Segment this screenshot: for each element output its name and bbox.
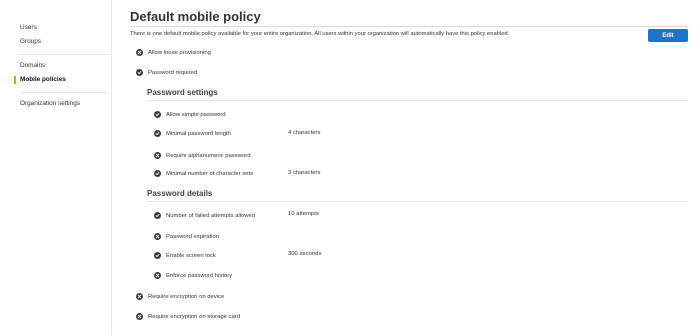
section-title-password-settings: Password settings: [147, 88, 218, 97]
page-description: There is one default mobile policy avail…: [130, 31, 510, 37]
detail-row-screen-lock: Enable screen lock: [154, 251, 216, 260]
section-title-password-details: Password details: [147, 189, 213, 198]
check-circle-icon: [154, 111, 161, 118]
main-content: Default mobile policy There is one defau…: [130, 0, 690, 335]
title-divider: [130, 26, 688, 27]
detail-label: Enable screen lock: [166, 252, 216, 259]
detail-label: Number of failed attempts allowed: [166, 212, 256, 219]
check-circle-icon: [154, 130, 161, 137]
policy-label: Password required: [148, 69, 198, 76]
policy-label: Allow loose provisioning: [148, 49, 211, 56]
check-circle-icon: [136, 69, 143, 76]
sidebar-item-groups[interactable]: Groups: [20, 38, 41, 45]
active-item-marker: [14, 76, 16, 84]
policy-row-encryption-device: Require encryption on device: [136, 292, 224, 301]
sidebar-item-users[interactable]: Users: [20, 24, 37, 31]
setting-value: 3 characters: [288, 170, 321, 176]
sidebar-divider: [20, 92, 108, 93]
setting-row-require-alphanumeric-password: Require alphanumeric password: [154, 151, 250, 160]
x-circle-icon: [136, 293, 143, 300]
setting-label: Minimal password length: [166, 130, 231, 137]
policy-label: Require encryption on device: [148, 293, 225, 300]
x-circle-icon: [154, 152, 161, 159]
x-circle-icon: [136, 49, 143, 56]
setting-label: Require alphanumeric password: [166, 152, 251, 159]
policy-row-encryption-storage-card: Require encryption on storage card: [136, 312, 240, 321]
section-divider: [147, 100, 688, 101]
section-divider: [147, 201, 688, 202]
x-circle-icon: [154, 233, 161, 240]
policy-row-password-required: Password required: [136, 68, 197, 77]
edit-button[interactable]: Edit: [648, 29, 688, 42]
setting-row-minimal-password-length: Minimal password length: [154, 129, 231, 138]
setting-label: Minimal number of character sets: [166, 170, 254, 177]
check-circle-icon: [154, 170, 161, 177]
x-circle-icon: [154, 272, 161, 279]
detail-label: Password expiration: [166, 233, 220, 240]
setting-label: Allow simple password: [166, 111, 226, 118]
sidebar-item-domains[interactable]: Domains: [20, 62, 45, 69]
sidebar-item-mobile-policies[interactable]: Mobile policies: [20, 76, 66, 83]
page-title: Default mobile policy: [130, 9, 261, 24]
detail-row-password-expiration: Password expiration: [154, 232, 219, 241]
detail-label: Enforce password history: [166, 272, 233, 279]
setting-value: 4 characters: [288, 130, 321, 136]
sidebar: Users Groups Domains Mobile policies Org…: [0, 0, 112, 335]
sidebar-item-organization-settings[interactable]: Organization settings: [20, 100, 80, 107]
setting-row-allow-simple-password: Allow simple password: [154, 110, 226, 119]
policy-row-allow-loose-provisioning: Allow loose provisioning: [136, 48, 211, 57]
check-circle-icon: [154, 252, 161, 259]
detail-row-password-history: Enforce password history: [154, 271, 232, 280]
policy-label: Require encryption on storage card: [148, 313, 241, 320]
detail-row-failed-attempts: Number of failed attempts allowed: [154, 211, 255, 220]
setting-row-minimal-character-sets: Minimal number of character sets: [154, 169, 253, 178]
detail-value: 300 seconds: [288, 251, 322, 257]
check-circle-icon: [154, 212, 161, 219]
x-circle-icon: [136, 313, 143, 320]
detail-value: 10 attempts: [288, 211, 319, 217]
sidebar-divider: [20, 54, 108, 55]
